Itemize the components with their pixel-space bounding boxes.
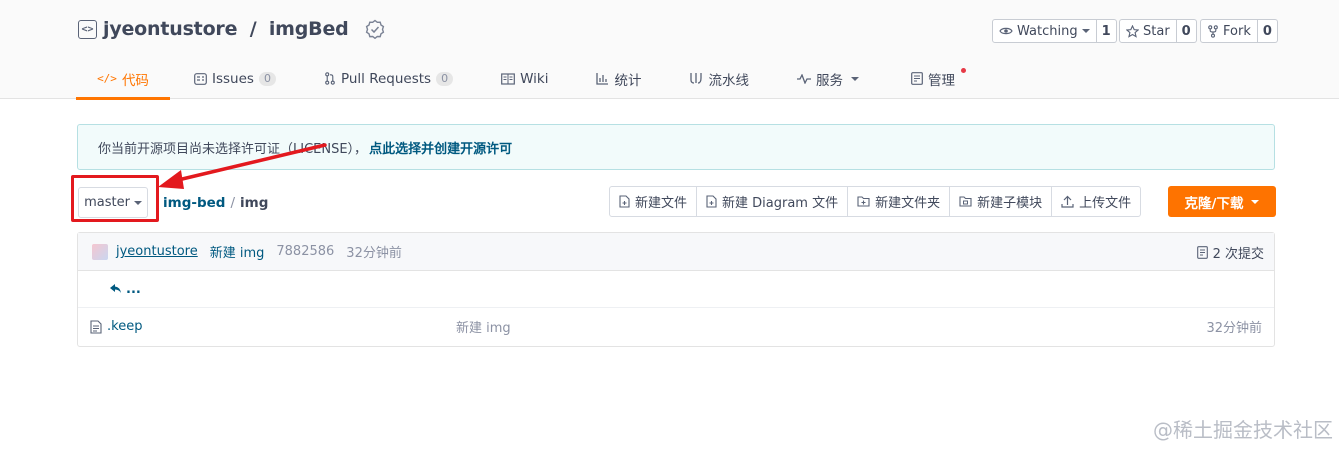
commit-message-link[interactable]: 新建 img [210, 242, 265, 261]
file-plus-icon [619, 195, 630, 208]
commit-hash[interactable]: 7882586 [276, 244, 334, 259]
repo-separator: / [243, 18, 263, 40]
issues-count: 0 [258, 71, 276, 86]
tab-wiki[interactable]: Wiki [501, 58, 548, 99]
fork-label: Fork [1223, 23, 1251, 39]
chevron-down-icon [850, 76, 859, 81]
gvp-badge-icon [365, 19, 384, 39]
commits-icon [1196, 245, 1208, 259]
repo-nav: </> 代码 Issues 0 Pull Requests 0 Wiki 统计 … [76, 58, 966, 100]
star-count[interactable]: 0 [1176, 19, 1197, 43]
folder-plus-icon [857, 196, 870, 207]
upload-icon [1061, 195, 1074, 208]
new-folder-button[interactable]: 新建文件夹 [847, 187, 949, 216]
license-notice-text: 你当前开源项目尚未选择许可证（LICENSE）， [98, 141, 368, 157]
new-submodule-button[interactable]: 新建子模块 [949, 187, 1051, 216]
tab-manage[interactable]: 管理 [911, 58, 966, 99]
upload-label: 上传文件 [1079, 196, 1132, 211]
clone-download-button[interactable]: 克隆/下载 [1168, 186, 1276, 217]
tab-code[interactable]: </> 代码 [76, 58, 170, 100]
upload-file-button[interactable]: 上传文件 [1051, 187, 1140, 216]
tab-wiki-label: Wiki [520, 70, 549, 87]
new-diagram-label: 新建 Diagram 文件 [722, 196, 839, 211]
file-actions: 新建文件 新建 Diagram 文件 新建文件夹 新建子模块 上传文件 [609, 186, 1142, 217]
watch-count[interactable]: 1 [1096, 19, 1117, 43]
path-breadcrumb: img-bed / img [163, 195, 268, 211]
fork-icon [1208, 24, 1218, 38]
latest-commit-row: jyeontustore 新建 img 7882586 32分钟前 2 次提交 [78, 233, 1274, 271]
tab-stats-label: 统计 [614, 72, 642, 89]
watch-label: Watching [1017, 23, 1078, 39]
pull-request-icon [325, 72, 335, 85]
file-commit-time: 32分钟前 [1206, 321, 1262, 336]
pulls-count: 0 [436, 71, 454, 86]
new-file-button[interactable]: 新建文件 [610, 187, 696, 216]
tab-services[interactable]: 服务 [796, 58, 859, 99]
eye-icon [999, 27, 1013, 35]
tab-stats[interactable]: 统计 [596, 58, 641, 99]
table-row: .keep 新建 img 32分钟前 [78, 308, 1274, 345]
pulse-icon [796, 73, 811, 84]
fork-button[interactable]: Fork [1200, 19, 1258, 43]
book-icon [501, 72, 515, 85]
star-label: Star [1143, 23, 1170, 39]
fork-count[interactable]: 0 [1257, 19, 1278, 43]
license-create-link[interactable]: 点此选择并创建开源许可 [369, 138, 512, 157]
star-icon [1126, 24, 1139, 38]
commit-count-label: 2 次提交 [1212, 246, 1264, 262]
commit-time: 32分钟前 [346, 246, 402, 261]
tab-pipeline[interactable]: 流水线 [689, 58, 749, 99]
clone-label: 克隆/下载 [1184, 195, 1244, 212]
tab-manage-label: 管理 [927, 72, 955, 89]
watermark: @稀土掘金技术社区 [1153, 418, 1333, 442]
file-name-link[interactable]: .keep [107, 319, 142, 334]
submodule-icon [959, 196, 972, 207]
parent-dir-label: ... [126, 281, 141, 297]
watch-group: Watching 1 [992, 19, 1117, 43]
tab-code-label: 代码 [121, 72, 149, 89]
commit-author-link[interactable]: jyeontustore [116, 244, 198, 259]
chevron-down-icon [1081, 29, 1090, 33]
new-submodule-label: 新建子模块 [977, 196, 1043, 211]
code-repo-icon: <> [78, 19, 97, 39]
tab-issues[interactable]: Issues 0 [194, 58, 276, 99]
tab-pulls-label: Pull Requests [340, 70, 432, 87]
star-button[interactable]: Star [1119, 19, 1177, 43]
license-notice: 你当前开源项目尚未选择许可证（LICENSE）， 点此选择并创建开源许可 [77, 124, 1275, 170]
annotation-highlight-box [71, 175, 159, 222]
notification-dot [960, 68, 966, 73]
watch-button[interactable]: Watching [992, 19, 1097, 43]
file-icon [90, 319, 102, 334]
pipeline-icon [690, 73, 703, 84]
breadcrumb-separator: / [230, 195, 236, 211]
issues-icon [194, 72, 207, 85]
file-commit-message[interactable]: 新建 img [456, 317, 511, 336]
parent-dir-row[interactable]: ... [78, 271, 1274, 308]
new-file-label: 新建文件 [635, 196, 688, 211]
repo-title: <> jyeontustore / imgBed [78, 18, 385, 40]
settings-doc-icon [911, 72, 923, 85]
tab-pull-requests[interactable]: Pull Requests 0 [324, 58, 454, 99]
tab-services-label: 服务 [815, 72, 843, 89]
file-plus-icon [706, 195, 717, 208]
repo-name-link[interactable]: imgBed [269, 18, 349, 40]
repo-owner-link[interactable]: jyeontustore [103, 18, 237, 40]
commit-count-link[interactable]: 2 次提交 [1196, 233, 1264, 271]
chevron-down-icon [1251, 199, 1260, 204]
fork-group: Fork 0 [1200, 19, 1278, 43]
avatar[interactable] [92, 243, 108, 260]
file-list: jyeontustore 新建 img 7882586 32分钟前 2 次提交 … [77, 232, 1275, 347]
repo-header: <> jyeontustore / imgBed Watching 1 Star… [0, 0, 1339, 100]
star-group: Star 0 [1119, 19, 1197, 43]
parent-dir-link[interactable]: ... [78, 282, 141, 297]
bar-chart-icon [596, 72, 609, 85]
tab-issues-label: Issues [212, 70, 254, 87]
code-icon: </> [97, 72, 117, 85]
reply-arrow-icon [110, 284, 121, 293]
breadcrumb-current: img [240, 195, 269, 211]
new-folder-label: 新建文件夹 [875, 196, 941, 211]
new-diagram-button[interactable]: 新建 Diagram 文件 [696, 187, 847, 216]
tab-pipeline-label: 流水线 [708, 72, 749, 89]
breadcrumb-root-link[interactable]: img-bed [163, 195, 225, 211]
